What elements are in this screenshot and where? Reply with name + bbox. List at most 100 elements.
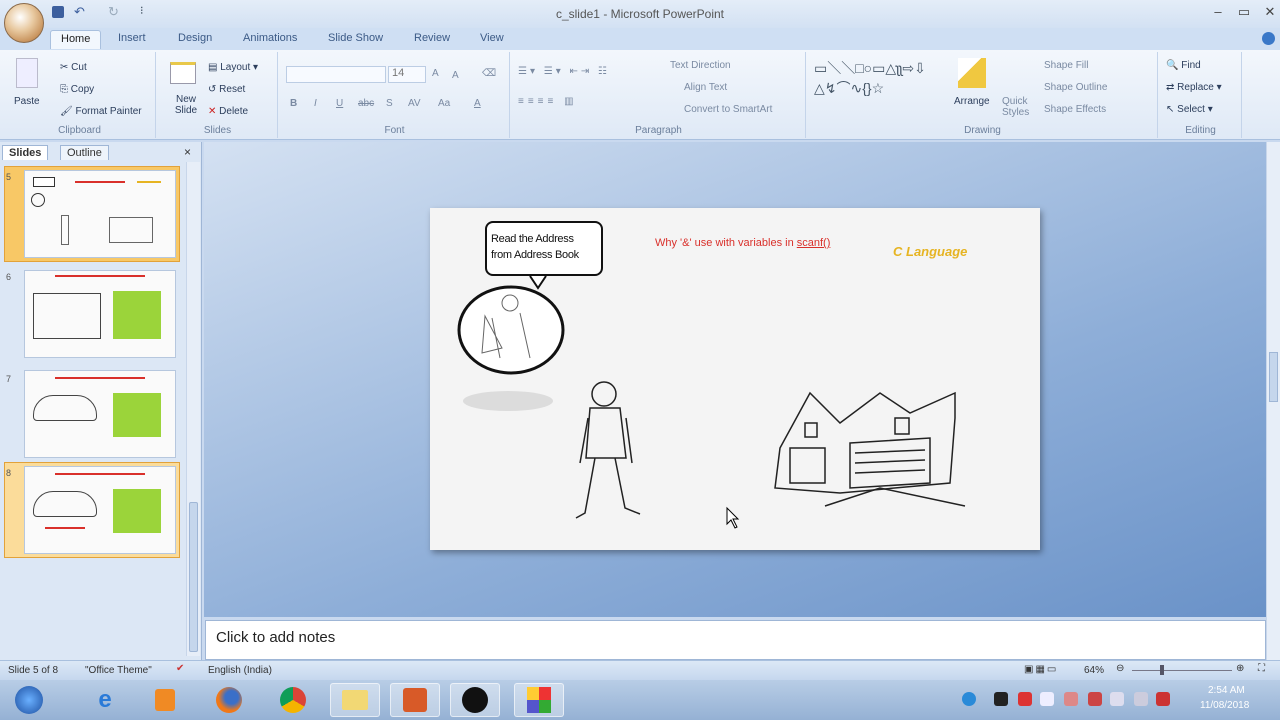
format-painter-button[interactable]: 🖌 Format Painter bbox=[60, 106, 142, 117]
find-button[interactable]: 🔍 Find bbox=[1166, 60, 1201, 71]
fit-slide-button[interactable]: ⛶ bbox=[1258, 663, 1265, 674]
strikethrough-button[interactable]: abc bbox=[358, 98, 374, 109]
customize-qat-button[interactable]: ⁝ bbox=[140, 4, 144, 17]
close-pane-button[interactable]: × bbox=[184, 145, 191, 159]
zoom-level[interactable]: 64% bbox=[1084, 665, 1104, 676]
close-button[interactable]: ✕ bbox=[1259, 4, 1280, 22]
tray-icon[interactable] bbox=[1088, 692, 1102, 706]
layout-button[interactable]: ▤ Layout ▾ bbox=[208, 62, 258, 73]
paste-button[interactable]: Paste bbox=[14, 96, 40, 107]
delete-button[interactable]: ✕ Delete bbox=[208, 106, 248, 117]
shrink-font-button[interactable]: A bbox=[452, 70, 459, 81]
quick-styles-button[interactable]: Quick Styles bbox=[1002, 96, 1032, 118]
minimize-button[interactable]: – bbox=[1207, 4, 1229, 22]
undo-icon[interactable]: ↶ bbox=[74, 4, 85, 20]
slide-thumbnail-6[interactable] bbox=[24, 270, 176, 358]
font-size-input[interactable]: 14 bbox=[388, 66, 426, 83]
delete-label: Delete bbox=[219, 106, 249, 117]
copy-button[interactable]: ⎘ Copy bbox=[60, 84, 94, 95]
shapes-gallery[interactable]: ▭＼＼□○▭△ʅʅ⇨⇩△↯⌒∿{}☆ bbox=[814, 58, 934, 116]
redo-icon[interactable]: ↻ bbox=[108, 4, 119, 20]
spellcheck-icon[interactable]: ✔ bbox=[176, 663, 184, 674]
save-icon[interactable] bbox=[52, 6, 64, 18]
help-icon[interactable] bbox=[1262, 32, 1275, 45]
chrome-icon[interactable] bbox=[268, 683, 318, 717]
tray-icon[interactable] bbox=[1040, 692, 1054, 706]
align-buttons[interactable]: ≡≡≡≡ ▥ bbox=[518, 96, 578, 107]
underline-button[interactable]: U bbox=[336, 98, 343, 109]
slide-canvas[interactable]: Read the Address from Address Book Why '… bbox=[430, 208, 1040, 550]
scroll-thumb[interactable] bbox=[1269, 352, 1278, 402]
convert-smartart-button[interactable]: Convert to SmartArt bbox=[684, 104, 772, 115]
text-direction-button[interactable]: Text Direction bbox=[670, 60, 731, 71]
drawing-group: ▭＼＼□○▭△ʅʅ⇨⇩△↯⌒∿{}☆ Arrange Quick Styles … bbox=[808, 52, 1158, 138]
network-icon[interactable] bbox=[1110, 692, 1124, 706]
grow-font-button[interactable]: A bbox=[432, 68, 439, 79]
align-text-button[interactable]: Align Text bbox=[684, 82, 727, 93]
change-case-button[interactable]: Aa bbox=[438, 98, 450, 109]
tray-icon[interactable] bbox=[1064, 692, 1078, 706]
tab-insert[interactable]: Insert bbox=[118, 32, 146, 44]
arrange-button[interactable]: Arrange bbox=[954, 96, 990, 107]
tab-view[interactable]: View bbox=[480, 32, 504, 44]
multicolor-app-icon[interactable] bbox=[514, 683, 564, 717]
slide-thumbnail-5[interactable] bbox=[24, 170, 176, 258]
tray-search-icon[interactable] bbox=[1018, 692, 1032, 706]
select-label: Select bbox=[1177, 104, 1205, 115]
new-slide-button[interactable]: New Slide bbox=[166, 94, 206, 116]
volume-icon[interactable] bbox=[1134, 692, 1148, 706]
tab-animations[interactable]: Animations bbox=[243, 32, 297, 44]
shadow-button[interactable]: S bbox=[386, 98, 393, 109]
file-explorer-icon[interactable] bbox=[330, 683, 380, 717]
select-button[interactable]: ↖ Select ▾ bbox=[1166, 104, 1213, 115]
clock-time[interactable]: 2:54 AM bbox=[1208, 685, 1245, 696]
tab-slides[interactable]: Slides bbox=[2, 145, 49, 160]
tray-app-icon[interactable] bbox=[994, 692, 1008, 706]
clear-format-icon[interactable]: ⌫ bbox=[482, 68, 496, 79]
powerpoint-taskbar-icon[interactable] bbox=[390, 683, 440, 717]
reset-button[interactable]: ↺ Reset bbox=[208, 84, 245, 95]
media-app-icon[interactable] bbox=[450, 683, 500, 717]
tab-design[interactable]: Design bbox=[178, 32, 212, 44]
clock-date[interactable]: 11/08/2018 bbox=[1200, 700, 1249, 711]
slide-thumbnail-7[interactable] bbox=[24, 370, 176, 458]
font-name-input[interactable] bbox=[286, 66, 386, 83]
house-icon bbox=[774, 391, 966, 507]
char-spacing-button[interactable]: AV bbox=[408, 98, 421, 109]
zoom-out-button[interactable]: ⊖ bbox=[1116, 663, 1124, 674]
clipboard-label: Clipboard bbox=[58, 125, 101, 136]
shape-fill-button[interactable]: Shape Fill bbox=[1044, 60, 1088, 71]
cut-button[interactable]: ✂ Cut bbox=[60, 62, 87, 73]
tab-home[interactable]: Home bbox=[50, 30, 102, 49]
flag-icon[interactable] bbox=[1156, 692, 1170, 706]
tab-slide-show[interactable]: Slide Show bbox=[328, 32, 383, 44]
list-buttons[interactable]: ☰▾ ☰▾ ⇤⇥ ☷ bbox=[518, 66, 610, 77]
zoom-slider[interactable] bbox=[1132, 670, 1232, 671]
bold-button[interactable]: B bbox=[290, 98, 297, 109]
font-color-button[interactable]: A bbox=[474, 98, 481, 109]
paste-icon bbox=[16, 58, 38, 88]
main-scrollbar[interactable] bbox=[1266, 142, 1280, 660]
slides-scrollbar[interactable] bbox=[186, 162, 200, 656]
tab-outline[interactable]: Outline bbox=[60, 145, 109, 160]
paragraph-label: Paragraph bbox=[635, 125, 682, 136]
italic-button[interactable]: I bbox=[314, 98, 317, 109]
maximize-button[interactable]: ▭ bbox=[1233, 4, 1255, 22]
view-buttons[interactable]: ▣▦▭ bbox=[1024, 664, 1058, 675]
office-button[interactable] bbox=[4, 3, 44, 43]
internet-explorer-icon[interactable]: e bbox=[80, 683, 130, 717]
shape-effects-button[interactable]: Shape Effects bbox=[1044, 104, 1106, 115]
tab-review[interactable]: Review bbox=[414, 32, 450, 44]
notes-pane[interactable]: Click to add notes bbox=[205, 620, 1266, 660]
shape-outline-button[interactable]: Shape Outline bbox=[1044, 82, 1107, 93]
firefox-icon[interactable] bbox=[204, 683, 254, 717]
zoom-in-button[interactable]: ⊕ bbox=[1236, 663, 1244, 674]
walking-person-icon bbox=[575, 381, 641, 519]
tray-help-icon[interactable] bbox=[962, 692, 976, 706]
slide-thumbnail-8[interactable] bbox=[24, 466, 176, 554]
zoom-slider-thumb[interactable] bbox=[1160, 665, 1164, 675]
media-player-icon[interactable] bbox=[140, 683, 190, 717]
replace-button[interactable]: ⇄ Replace ▾ bbox=[1166, 82, 1222, 93]
scroll-thumb[interactable] bbox=[189, 502, 198, 652]
start-button[interactable] bbox=[4, 683, 54, 717]
